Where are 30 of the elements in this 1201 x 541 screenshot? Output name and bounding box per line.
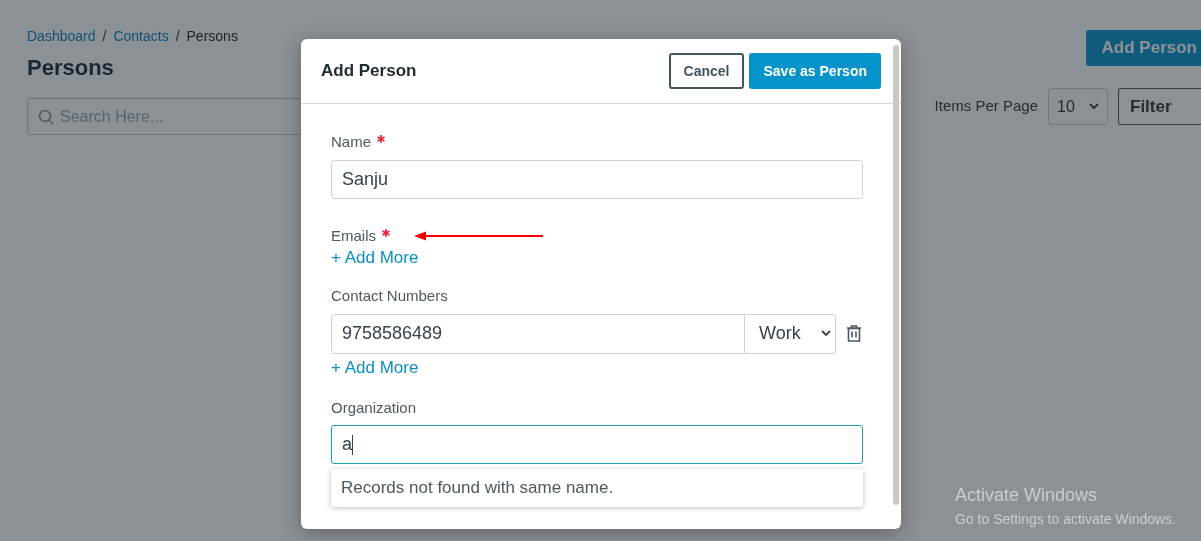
cancel-button[interactable]: Cancel [668,53,745,89]
search-icon [38,108,54,125]
page-title: Persons [27,54,114,82]
phone-input[interactable]: 9758586489 [331,313,745,354]
add-person-button[interactable]: Add Person [1085,30,1201,66]
organization-input[interactable]: a [331,425,863,464]
scrollbar[interactable] [893,45,899,505]
suggestion-item[interactable]: Records not found with same name. [331,469,863,507]
dialog-title: Add Person [321,60,417,83]
add-more-link[interactable]: + Add More [331,247,419,269]
os-notice: Activate Windows Go to Settings to activate Windows. [955,484,1176,529]
field-label: Emails [331,225,376,246]
filter-select[interactable]: Filter [1118,88,1201,125]
breadcrumb-separator: / [102,27,107,46]
breadcrumb-separator: / [175,27,180,46]
items-per-page-label: Items Per Page [934,96,1038,117]
field-label: Contact Numbers [331,286,448,306]
breadcrumb-current: Persons [186,27,238,46]
chevron-down-icon [821,330,831,337]
trash-icon[interactable] [846,325,862,342]
phone-type-select[interactable]: Work [745,313,836,354]
name-input[interactable]: Sanju [331,159,863,199]
save-button[interactable]: Save as Person [749,53,881,89]
breadcrumb-link[interactable]: Dashboard [27,26,96,47]
field-label: Name [331,132,371,152]
breadcrumb-link[interactable]: Contacts [113,26,169,47]
items-per-page-select[interactable]: 10 [1048,88,1108,125]
add-more-link[interactable]: + Add More [331,356,419,379]
field-label: Organization [331,397,417,418]
chevron-down-icon [1089,103,1099,110]
